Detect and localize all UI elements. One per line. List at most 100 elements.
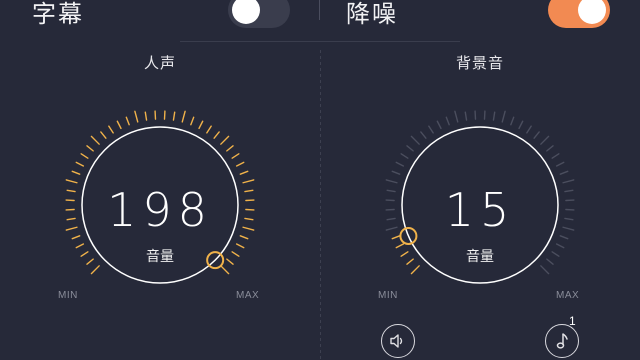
voice-dial-tick <box>90 265 100 275</box>
voice-dial-tick <box>75 243 85 249</box>
subtitle-toggle-knob <box>232 0 260 24</box>
background-sound-dial-tick <box>559 170 569 175</box>
voice-dial-tick <box>172 111 176 121</box>
voice-dial-tick <box>231 153 240 159</box>
voice-volume-value: 198 <box>107 183 213 237</box>
background-sound-dial-tick <box>533 131 540 139</box>
background-sound-dial-tick <box>454 110 459 123</box>
voice-dial-tick <box>206 125 212 134</box>
background-sound-dial-tick <box>492 111 496 121</box>
background-sound-dial-tick <box>559 235 569 240</box>
voice-dial-tick <box>86 258 94 265</box>
voice-dial-tick <box>66 189 76 193</box>
background-sound-dial-tick <box>518 120 524 130</box>
background-sound-dial-tick <box>406 145 414 152</box>
voice-dial-tick <box>242 179 255 184</box>
voice-dial-tick <box>125 116 130 126</box>
background-sound-title: 背景音 <box>455 54 504 72</box>
voice-dial-tick <box>100 131 107 139</box>
background-sound-dial-tick <box>385 226 398 231</box>
background-sound-dial-tick <box>428 125 434 134</box>
voice-dial-tick <box>65 179 78 184</box>
background-sound-dial-tick <box>391 170 401 175</box>
background-sound-dial-tick <box>464 111 468 121</box>
background-sound-dial-tick <box>564 217 574 221</box>
music-count-badge: 1 <box>569 314 576 328</box>
voice-dial-tick <box>190 116 195 126</box>
background-sound-dial-tick <box>540 135 550 145</box>
voice-dial-tick <box>244 189 254 193</box>
background-sound-dial-tick <box>555 243 565 249</box>
speaker-icon <box>390 334 403 348</box>
voice-dial-tick <box>75 161 85 167</box>
background-sound-dial-tick <box>540 265 550 275</box>
voice-dial-tick <box>226 145 234 152</box>
voice-dial-tick <box>181 110 186 123</box>
voice-dial-tick <box>226 258 234 265</box>
voice-dial-tick <box>235 243 245 249</box>
voice-title: 人声 <box>143 54 176 72</box>
background-sound-dial-tick <box>501 110 506 123</box>
background-sound-dial-tick <box>562 226 575 231</box>
voice-dial-tick <box>71 235 81 240</box>
voice-dial-tick <box>66 217 76 221</box>
background-sound-dial-tick <box>386 217 396 221</box>
voice-dial-tick <box>198 120 204 130</box>
background-sound-min-label: MIN <box>378 290 398 301</box>
voice-dial-tick <box>80 153 89 159</box>
music-button[interactable] <box>545 324 579 358</box>
voice-min-label: MIN <box>58 290 78 301</box>
subtitle-toggle-label: 字幕 <box>32 0 84 28</box>
voice-dial-tick <box>213 131 220 139</box>
background-sound-dial-tick <box>551 153 560 159</box>
background-sound-dial-tick <box>395 161 405 167</box>
background-sound-dial-tick <box>546 258 554 265</box>
voice-dial-tick <box>235 161 245 167</box>
background-sound-dial-tick <box>526 125 532 134</box>
background-sound-dial-tick <box>445 116 450 126</box>
background-sound-dial-tick <box>410 265 420 275</box>
voice-dial-tick <box>86 145 94 152</box>
background-sound-dial-tick <box>410 135 420 145</box>
background-sound-dial-tick <box>510 116 515 126</box>
background-sound-max-label: MAX <box>556 290 580 301</box>
background-sound-dial-tick <box>562 179 575 184</box>
background-sound-dial-tick <box>385 179 398 184</box>
header-bottom-divider <box>180 41 460 42</box>
voice-max-label: MAX <box>236 290 260 301</box>
background-sound-dial-tick <box>551 251 560 257</box>
background-sound-dial-tick <box>564 189 574 193</box>
voice-dial-tick <box>65 226 78 231</box>
voice-dial-tick <box>220 135 230 145</box>
noise-reduction-toggle-label: 降噪 <box>346 0 398 28</box>
voice-dial-tick <box>144 111 148 121</box>
voice-dial-tick <box>134 110 139 123</box>
background-sound-dial-tick <box>391 235 401 240</box>
voice-dial-tick <box>90 135 100 145</box>
background-sound-dial-tick <box>406 258 414 265</box>
noise-reduction-toggle-knob <box>578 0 606 24</box>
voice-dial-tick <box>244 217 254 221</box>
background-sound-volume-value: 15 <box>444 183 516 237</box>
voice-dial-tick <box>80 251 89 257</box>
voice-dial-tick <box>108 125 114 134</box>
voice-dial-tick <box>231 251 240 257</box>
noise-reduction-toggle[interactable] <box>548 0 610 28</box>
voice-dial-tick <box>71 170 81 175</box>
speaker-button[interactable] <box>381 324 415 358</box>
background-sound-dial-tick <box>386 189 396 193</box>
voice-dial-tick <box>239 170 249 175</box>
background-sound-dial-tick <box>400 251 409 257</box>
header-divider <box>319 0 320 20</box>
voice-volume-unit: 音量 <box>146 249 174 265</box>
voice-dial-tick <box>239 235 249 240</box>
subtitle-toggle[interactable] <box>228 0 290 28</box>
background-sound-dial-tick <box>546 145 554 152</box>
voice-dial-tick <box>116 120 122 130</box>
background-sound-dial-tick <box>400 153 409 159</box>
music-note-icon <box>556 333 568 349</box>
background-sound-dial-tick <box>395 243 405 249</box>
center-divider <box>320 50 321 360</box>
background-sound-volume-unit: 音量 <box>466 249 494 265</box>
voice-dial-tick <box>242 226 255 231</box>
